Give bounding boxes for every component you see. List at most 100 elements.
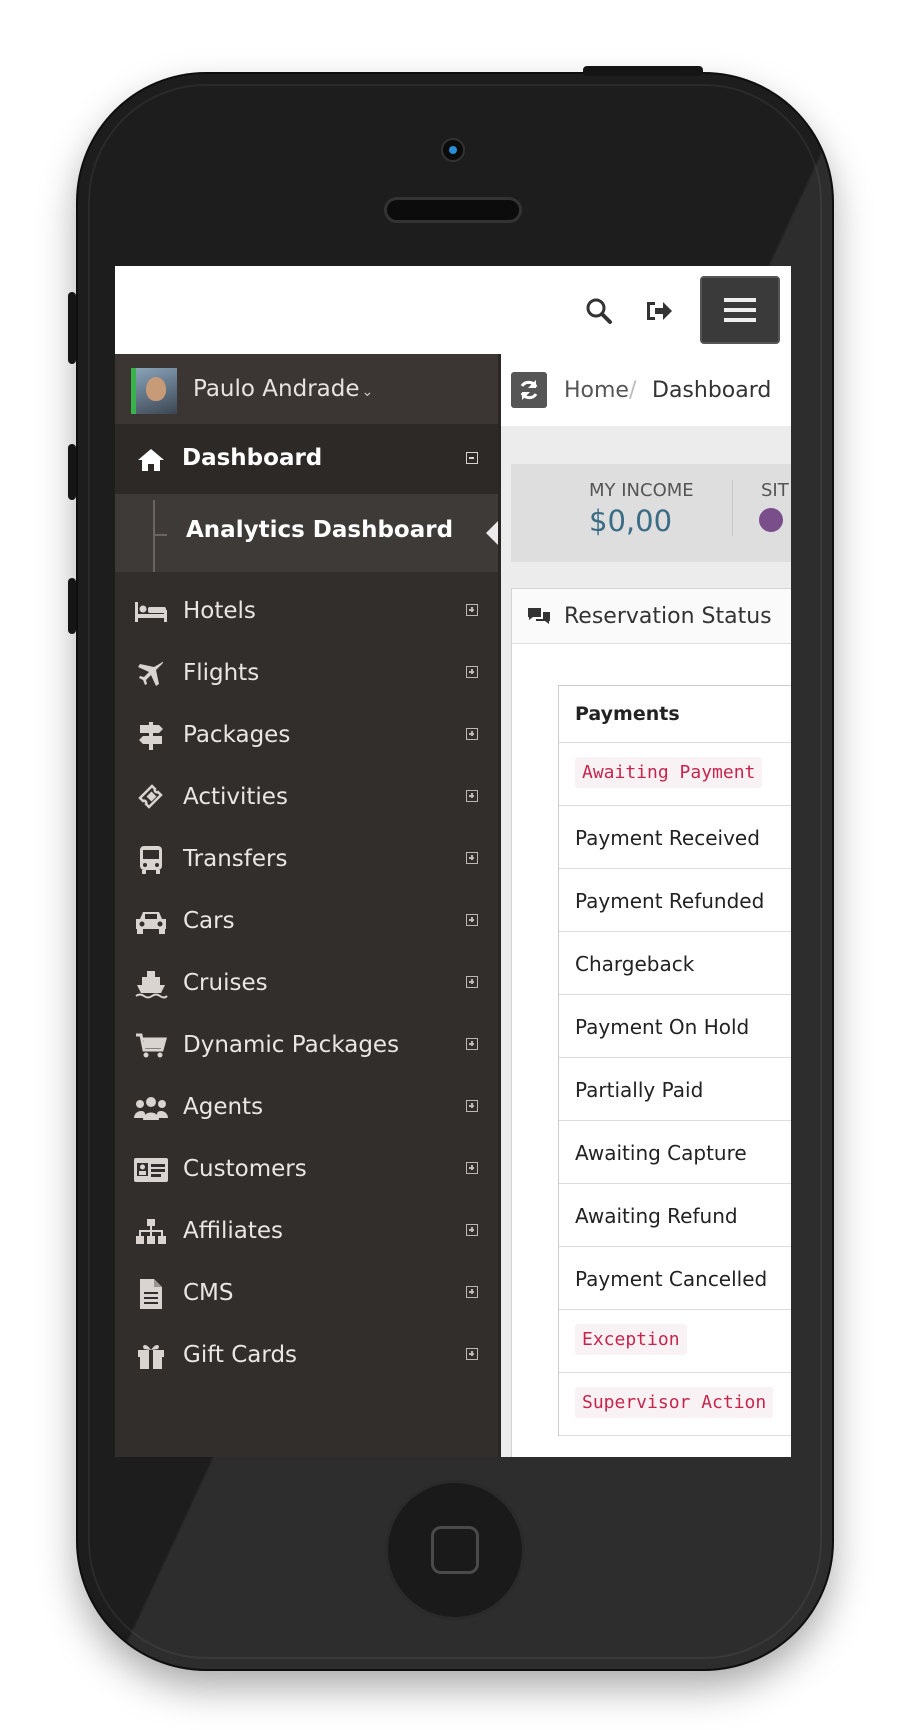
table-row: Awaiting Payment [559,743,791,806]
sidebar-item-label: Cars [183,908,235,934]
sidebar-item-gift-cards[interactable]: Gift Cards [115,1322,498,1390]
tree-tick [155,534,167,536]
breadcrumb: Home / Dashboard [501,354,791,426]
sidebar-subitem-analytics-dashboard[interactable]: Analytics Dashboard [115,494,498,572]
status-label: Awaiting Capture [575,1141,747,1165]
expand-icon[interactable] [466,1162,478,1174]
table-row: Chargeback [559,932,791,995]
sidebar-item-cars[interactable]: Cars [115,888,498,956]
user-name[interactable]: Paulo Andrade ⌄ [193,376,373,402]
income-value: $0,00 [589,504,673,538]
sitemap-icon [133,1216,169,1248]
sidebar-item-cms[interactable]: CMS [115,1260,498,1328]
user-menu[interactable]: Paulo Andrade ⌄ [115,354,498,425]
hamburger-menu-button[interactable] [700,276,780,344]
expand-icon[interactable] [466,976,478,988]
sidebar-item-label: Customers [183,1156,307,1182]
ticket-icon [133,782,169,814]
sidebar-item-label: Cruises [183,970,268,996]
refresh-button[interactable] [511,372,547,408]
sidebar-item-label: Gift Cards [183,1342,298,1368]
car-icon [133,906,169,938]
sidebar-item-agents[interactable]: Agents [115,1074,498,1142]
sidebar-item-affiliates[interactable]: Affiliates [115,1198,498,1266]
table-row: Supervisor Action [559,1373,791,1436]
chevron-down-icon: ⌄ [361,384,374,400]
plane-icon [133,658,169,690]
table-row: Payment Refunded [559,869,791,932]
sidebar-item-packages[interactable]: Packages [115,702,498,770]
income-label: MY INCOME [589,480,694,501]
table-row: Payment Cancelled [559,1247,791,1310]
table-header-row: Payments [559,686,791,743]
status-label: Payment Received [575,826,760,850]
breadcrumb-current: Dashboard [652,378,772,403]
payments-table: Payments Awaiting Payment Payment Receiv… [558,685,791,1436]
app-screen: Paulo Andrade ⌄ Dashboard Analytics Dashb… [115,266,791,1457]
stats-divider [732,480,733,536]
sidebar-item-label: Hotels [183,598,256,624]
expand-icon[interactable] [466,852,478,864]
volume-up-button [68,444,76,500]
expand-icon[interactable] [466,1224,478,1236]
panel-header: Reservation Status [512,589,791,644]
status-label: Partially Paid [575,1078,704,1102]
sidebar-item-label: Packages [183,722,291,748]
avatar [131,368,177,414]
sidebar-item-transfers[interactable]: Transfers [115,826,498,894]
search-icon[interactable] [582,294,616,328]
upload-circle-icon [759,508,783,532]
status-label: Payment Cancelled [575,1267,768,1291]
second-stat-label: SIT [761,480,789,501]
sidebar-item-customers[interactable]: Customers [115,1136,498,1204]
stats-bar: MY INCOME $0,00 SIT [511,464,791,562]
signpost-icon [133,720,169,752]
active-pointer [486,521,498,545]
expand-icon[interactable] [466,728,478,740]
breadcrumb-home-link[interactable]: Home [564,378,629,403]
sidebar-subitem-label: Analytics Dashboard [186,517,454,543]
expand-icon[interactable] [466,1348,478,1360]
table-row: Payment Received [559,806,791,869]
expand-icon[interactable] [466,1100,478,1112]
expand-icon[interactable] [466,790,478,802]
sidebar-item-flights[interactable]: Flights [115,640,498,708]
expand-icon[interactable] [466,666,478,678]
status-label: Payment On Hold [575,1015,750,1039]
table-row: Partially Paid [559,1058,791,1121]
sidebar-item-hotels[interactable]: Hotels [115,578,498,646]
sidebar-item-label: Agents [183,1094,264,1120]
status-code-label: Supervisor Action [575,1387,774,1418]
top-bar [115,266,791,354]
collapse-icon[interactable] [466,452,478,464]
status-label: Awaiting Refund [575,1204,738,1228]
home-button[interactable] [385,1480,525,1620]
table-row: Awaiting Capture [559,1121,791,1184]
ship-icon [133,968,169,1000]
sidebar-item-dashboard[interactable]: Dashboard [115,424,498,494]
tree-line [153,500,155,572]
user-name-text: Paulo Andrade [193,376,360,402]
mute-switch [68,292,76,364]
status-label: Chargeback [575,952,695,976]
status-code-label: Awaiting Payment [575,757,763,788]
sign-out-icon[interactable] [642,294,676,328]
expand-icon[interactable] [466,1038,478,1050]
panel-title: Reservation Status [564,604,772,629]
power-button [583,66,703,76]
bus-icon [133,844,169,876]
sidebar-item-activities[interactable]: Activities [115,764,498,832]
sidebar-item-label: Dynamic Packages [183,1032,400,1058]
sidebar-item-cruises[interactable]: Cruises [115,950,498,1018]
bed-icon [133,596,169,628]
reservation-status-panel: Reservation Status Payments Awaiting Pay… [511,588,791,1457]
table-row: Awaiting Refund [559,1184,791,1247]
sidebar-item-label: Dashboard [182,445,323,471]
sidebar-item-label: Flights [183,660,260,686]
status-code-label: Exception [575,1324,687,1355]
expand-icon[interactable] [466,1286,478,1298]
cart-icon [133,1030,169,1062]
expand-icon[interactable] [466,604,478,616]
sidebar-item-dynamic-packages[interactable]: Dynamic Packages [115,1012,498,1080]
expand-icon[interactable] [466,914,478,926]
